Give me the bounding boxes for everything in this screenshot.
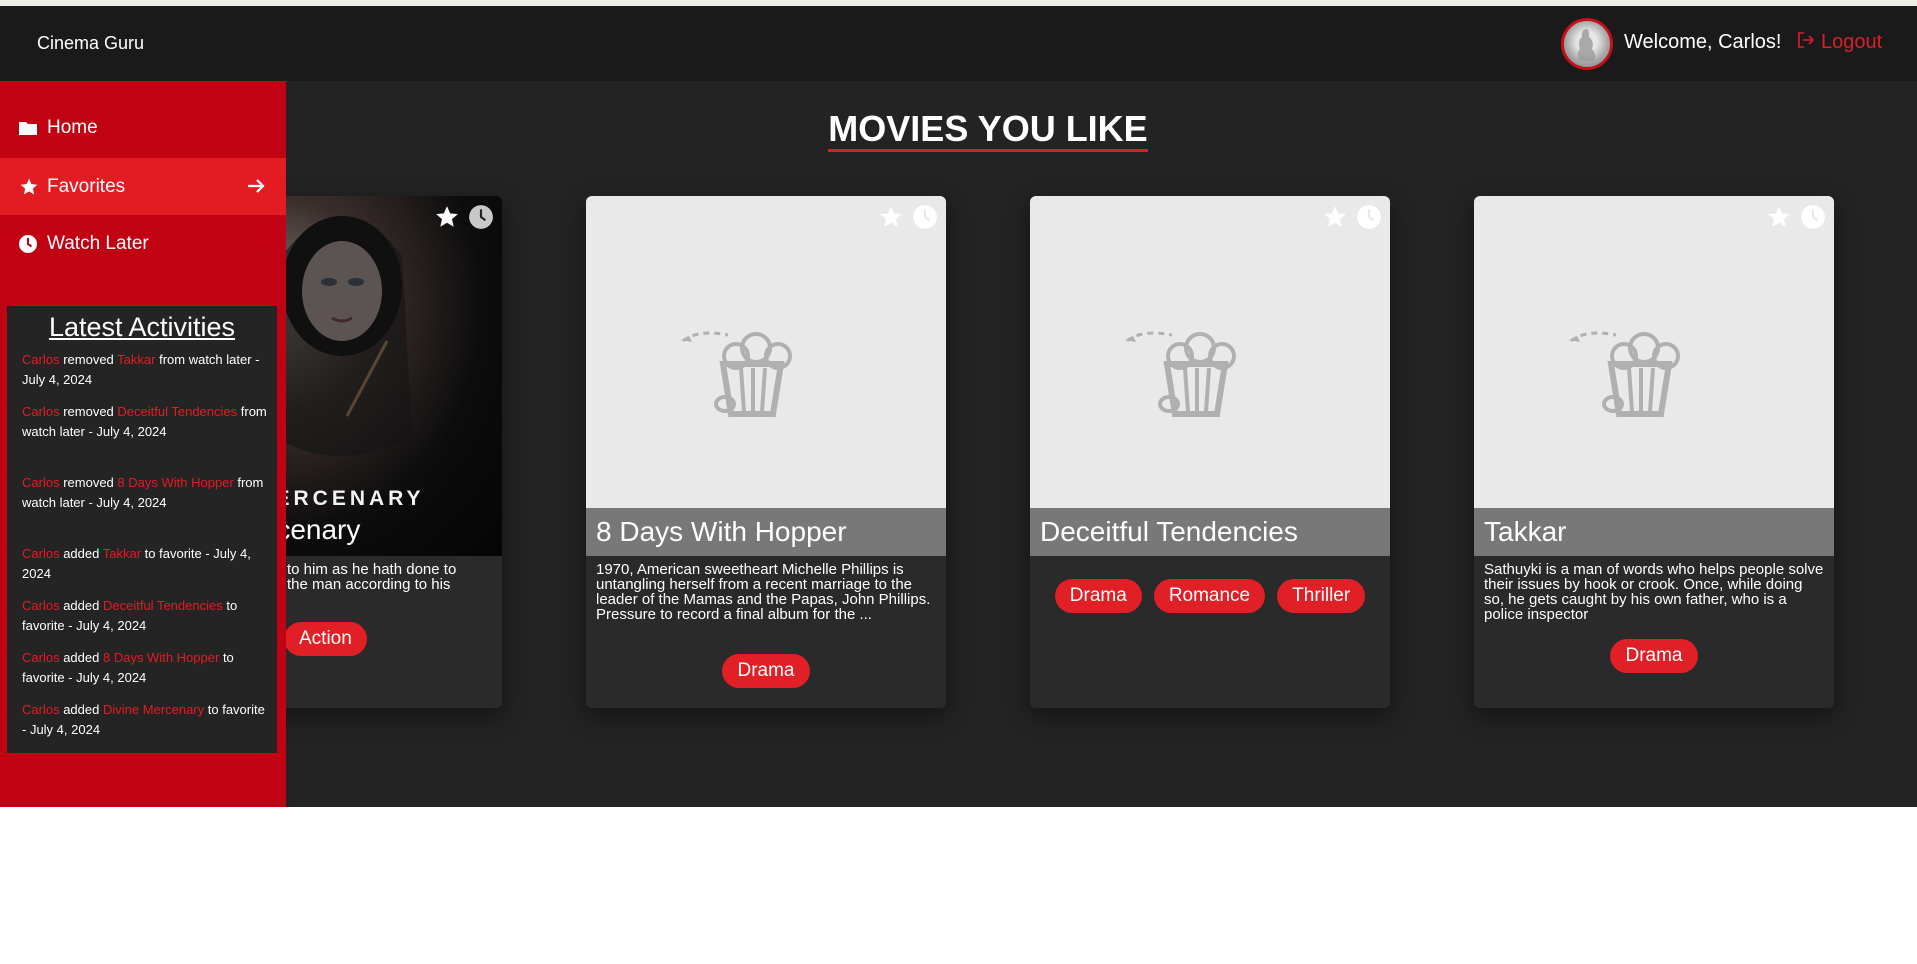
page-footer-blank xyxy=(0,807,1917,964)
logout-button[interactable]: Logout xyxy=(1797,31,1882,54)
main-content: MOVIES YOU LIKE MERCENARY rcenary to him… xyxy=(0,81,1917,807)
clock-icon xyxy=(18,234,38,254)
title-bar: Deceitful Tendencies xyxy=(1030,508,1390,556)
sidebar-item-watch-later[interactable]: Watch Later xyxy=(0,215,286,272)
brand-name[interactable]: Cinema Guru xyxy=(37,33,144,54)
movie-synopsis: 1970, American sweetheart Michelle Phill… xyxy=(596,561,931,623)
movie-card[interactable]: 8 Days With Hopper 1970, American sweeth… xyxy=(586,196,946,708)
logout-label: Logout xyxy=(1821,31,1883,53)
popcorn-placeholder-icon xyxy=(1125,331,1236,417)
logout-icon xyxy=(1797,31,1815,54)
movie-synopsis: to him as he hath done to the man accord… xyxy=(287,561,457,593)
arrow-right-icon xyxy=(246,176,266,202)
watch-later-clock-icon[interactable] xyxy=(1356,204,1382,230)
genre-tag[interactable]: Drama xyxy=(1054,579,1142,613)
movie-synopsis: Sathuyki is a man of words who helps peo… xyxy=(1484,561,1824,623)
sidebar-item-favorites[interactable]: Favorites xyxy=(0,158,286,215)
activity-item: Carlos added 8 Days With Hopper to favor… xyxy=(22,650,234,685)
welcome-text: Welcome, Carlos! xyxy=(1624,31,1782,53)
folder-icon xyxy=(18,118,38,138)
watch-later-clock-icon[interactable] xyxy=(912,204,938,230)
card-actions xyxy=(878,204,938,230)
genre-tag[interactable]: Thriller xyxy=(1277,579,1366,613)
favorite-star-icon[interactable] xyxy=(1322,204,1348,230)
genre-list: Drama xyxy=(1474,639,1834,673)
activity-item: Carlos added Deceitful Tendencies to fav… xyxy=(22,598,238,633)
latest-activities-panel: Latest Activities Carlos removed Takkar … xyxy=(7,306,277,753)
genre-list: Drama xyxy=(586,654,946,688)
title-bar: 8 Days With Hopper xyxy=(586,508,946,556)
popcorn-placeholder-icon xyxy=(1569,331,1680,417)
genre-tag[interactable]: Drama xyxy=(722,654,810,688)
page-title: MOVIES YOU LIKE xyxy=(0,108,1917,152)
favorite-star-icon[interactable] xyxy=(1766,204,1792,230)
sidebar-item-label: Favorites xyxy=(47,175,126,197)
activity-item: Carlos added Takkar to favorite - July 4… xyxy=(22,546,251,581)
top-navbar: Cinema Guru Welcome, Carlos! Logout xyxy=(0,6,1917,81)
activity-item: Carlos removed Takkar from watch later -… xyxy=(22,352,260,387)
card-actions xyxy=(434,204,494,230)
card-actions xyxy=(1766,204,1826,230)
activities-title: Latest Activities xyxy=(48,312,236,342)
activity-item: Carlos removed Deceitful Tendencies from… xyxy=(22,404,267,439)
sidebar-item-home[interactable]: Home xyxy=(0,99,286,156)
movie-poster: Deceitful Tendencies xyxy=(1030,196,1390,556)
movie-title: 8 Days With Hopper xyxy=(596,516,847,547)
movie-poster: Takkar xyxy=(1474,196,1834,556)
movie-card[interactable]: Takkar Sathuyki is a man of words who he… xyxy=(1474,196,1834,708)
watch-later-clock-icon[interactable] xyxy=(468,204,494,230)
genre-tag[interactable]: Romance xyxy=(1153,579,1266,613)
card-actions xyxy=(1322,204,1382,230)
watch-later-clock-icon[interactable] xyxy=(1800,204,1826,230)
user-avatar[interactable] xyxy=(1561,18,1613,70)
popcorn-placeholder-icon xyxy=(681,331,792,417)
movie-title: Deceitful Tendencies xyxy=(1040,516,1298,547)
favorite-star-icon[interactable] xyxy=(878,204,904,230)
genre-tag[interactable]: Drama xyxy=(1610,639,1698,673)
title-bar: Takkar xyxy=(1474,508,1834,556)
genre-list: Drama Romance Thriller xyxy=(1030,579,1390,613)
movie-title: Takkar xyxy=(1484,516,1567,547)
genre-list: Action xyxy=(284,622,367,656)
sidebar-item-label: Watch Later xyxy=(47,232,149,254)
sidebar-item-label: Home xyxy=(47,116,98,138)
activity-item: Carlos removed 8 Days With Hopper from w… xyxy=(22,475,264,510)
activity-item: Carlos added Divine Mercenary to favorit… xyxy=(22,702,265,737)
star-icon xyxy=(18,177,38,197)
favorite-star-icon[interactable] xyxy=(434,204,460,230)
movie-poster: 8 Days With Hopper xyxy=(586,196,946,556)
sidebar: Home Favorites Watch Later Latest Activi… xyxy=(0,81,286,807)
genre-tag[interactable]: Action xyxy=(284,622,367,656)
movie-card[interactable]: Deceitful Tendencies Drama Romance Thril… xyxy=(1030,196,1390,708)
